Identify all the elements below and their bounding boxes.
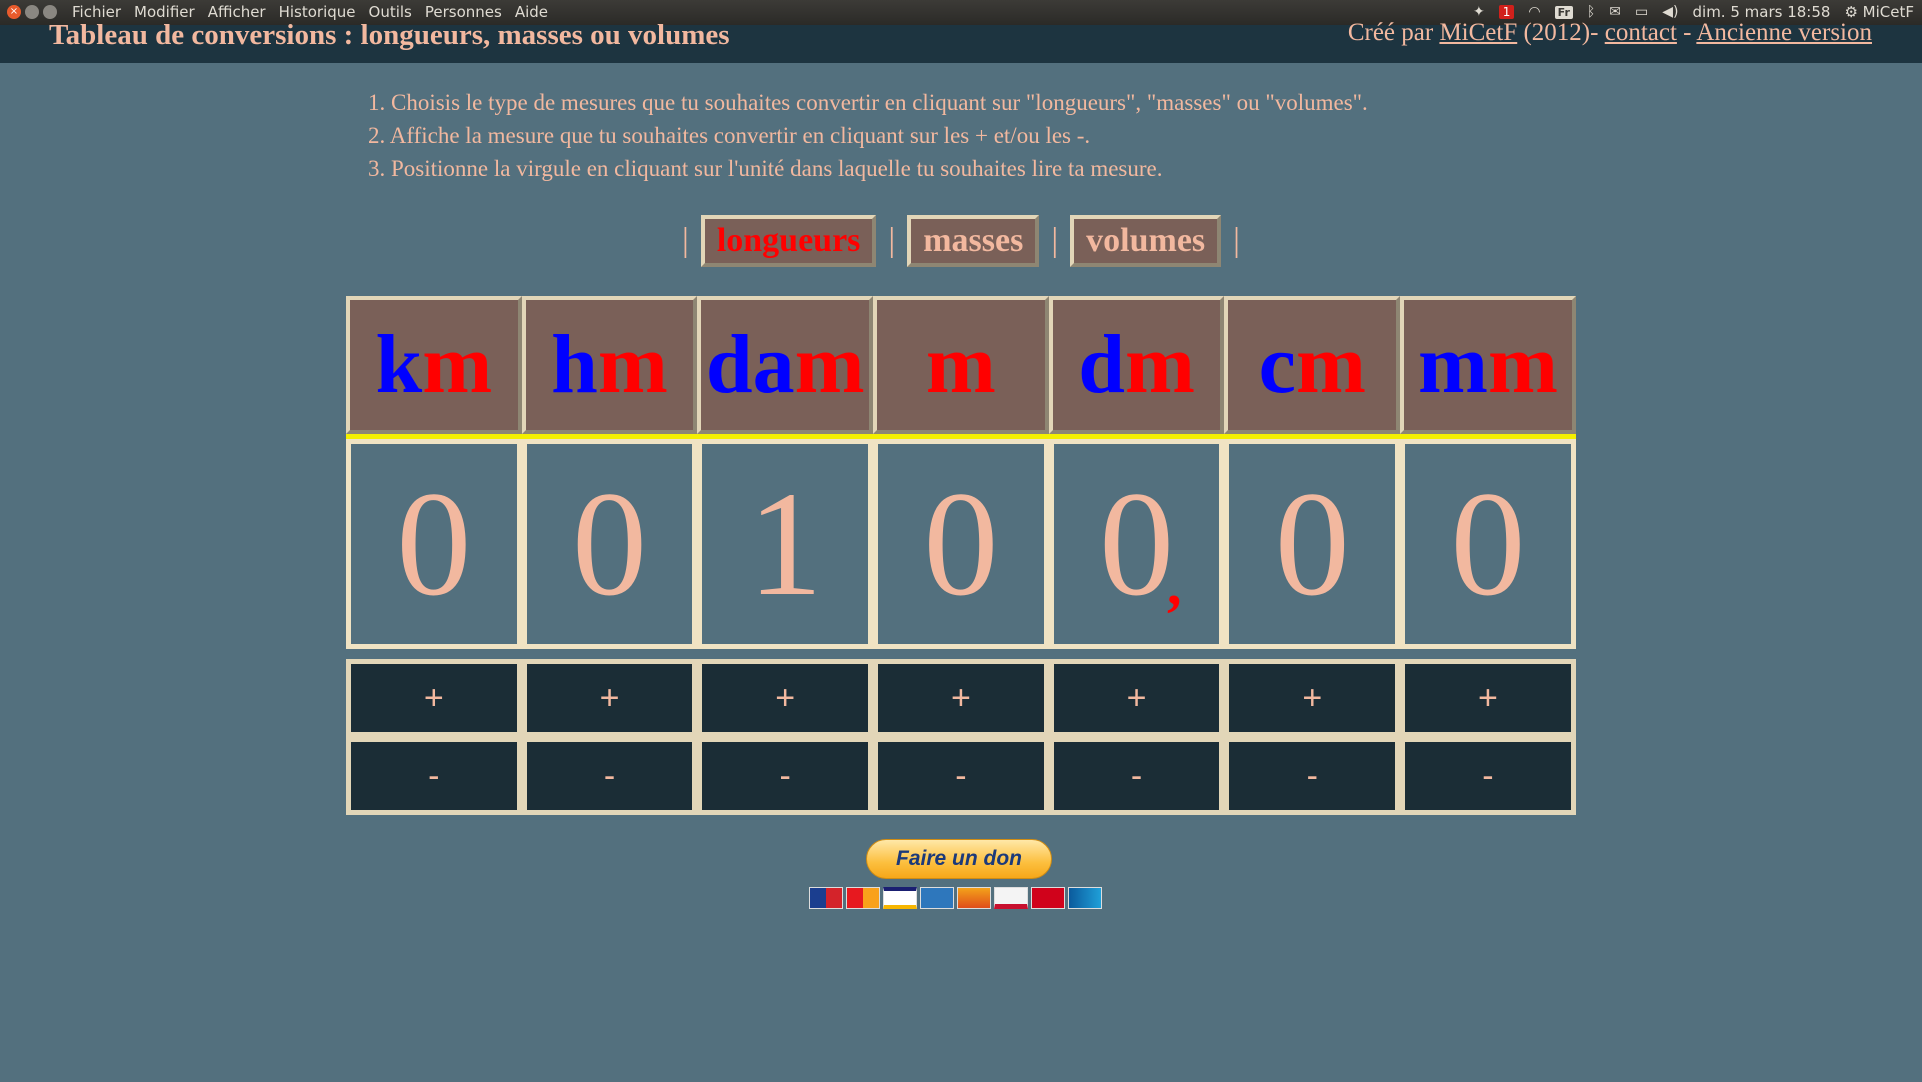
minus-button-dm[interactable]: - [1048,737,1225,815]
unit-mm[interactable]: mm [1400,296,1576,434]
digit-hm: 0 [521,439,698,649]
dropbox-icon[interactable]: ✦ [1473,4,1485,20]
minus-row: - - - - - - - [346,737,1576,815]
digit-km: 0 [346,439,522,649]
unit-header-row: km hm da m m dm cm mm [346,296,1576,434]
tab-longueurs[interactable]: longueurs [700,215,877,267]
unit-hm[interactable]: hm [521,296,698,434]
unit-base: m [1295,318,1366,411]
unit-base: m [925,318,996,411]
mail-icon[interactable]: ✉ [1609,4,1621,20]
unit-base: m [422,318,493,411]
maximize-icon[interactable] [43,5,57,19]
page-header: Tableau de conversions : longueurs, mass… [0,19,1922,63]
maestro-icon [809,887,843,909]
aurore-icon [957,887,991,909]
tab-separator: | [888,222,896,259]
unit-prefix: h [551,318,598,411]
minus-button-m[interactable]: - [873,737,1049,815]
plus-button-hm[interactable]: + [521,659,698,737]
credit-dash: - [1676,19,1697,46]
minus-button-dam[interactable]: - [697,737,874,815]
visa-icon [883,887,917,909]
unit-prefix: da [705,318,795,411]
credit-prefix: Créé par [1347,19,1440,46]
unit-base: m [597,318,668,411]
amex-icon [920,887,954,909]
payment-cards [809,887,1102,909]
minus-button-km[interactable]: - [346,737,522,815]
credits: Créé par MiCetF (2012)- contact - Ancien… [1348,19,1872,47]
tab-separator: | [682,222,689,259]
wifi-icon[interactable]: ◠ [1528,4,1540,20]
plus-button-m[interactable]: + [873,659,1049,737]
unit-prefix: c [1258,318,1296,411]
page-title: Tableau de conversions : longueurs, mass… [49,19,730,51]
tab-masses[interactable]: masses [907,215,1040,267]
minus-button-hm[interactable]: - [521,737,698,815]
4etoiles-icon [1031,887,1065,909]
volume-icon[interactable]: ◀) [1662,4,1678,20]
keyboard-layout[interactable]: Fr [1554,5,1573,19]
window-controls: × [7,5,57,19]
sofinco-icon [994,887,1028,909]
unit-prefix: k [375,318,423,411]
minimize-icon[interactable] [25,5,39,19]
minus-button-cm[interactable]: - [1224,737,1401,815]
unit-km[interactable]: km [346,296,522,434]
tab-separator: | [1233,222,1240,259]
contact-link[interactable]: contact [1605,19,1677,46]
minus-button-mm[interactable]: - [1400,737,1576,815]
credit-year: (2012)- [1517,19,1605,46]
digit-dam: 1 [697,439,874,649]
tab-volumes[interactable]: volumes [1070,215,1222,267]
tab-separator: | [1051,222,1059,259]
unit-m[interactable]: m [873,296,1049,434]
unit-cm[interactable]: cm [1224,296,1401,434]
notification-badge[interactable]: 1 [1498,5,1515,19]
digit-mm: 0 [1400,439,1576,649]
close-icon[interactable]: × [7,5,21,19]
unit-prefix: d [1078,318,1125,411]
mastercard-icon [846,887,880,909]
digit-dm: 0, [1048,439,1225,649]
unit-prefix: m [1417,318,1488,411]
bluetooth-icon[interactable]: ᛒ [1587,4,1595,20]
author-link[interactable]: MiCetF [1439,19,1517,46]
unit-base: m [794,318,865,411]
plus-button-cm[interactable]: + [1224,659,1401,737]
decimal-comma: , [1166,552,1182,617]
plus-button-mm[interactable]: + [1400,659,1576,737]
unit-base: m [1487,318,1558,411]
battery-icon[interactable]: ▭ [1635,4,1648,20]
old-version-link[interactable]: Ancienne version [1696,19,1872,46]
digit-row: 0 0 1 0 0, 0 0 [346,439,1576,649]
measure-type-tabs: | longueurs | masses | volumes | [0,215,1922,267]
instructions: 1. Choisis le type de mesures que tu sou… [368,86,1368,185]
plus-button-dm[interactable]: + [1048,659,1225,737]
unit-dm[interactable]: dm [1048,296,1225,434]
plus-row: + + + + + + + [346,659,1576,737]
digit-m: 0 [873,439,1049,649]
digit-dm-value: 0 [1099,461,1175,627]
instruction-3: 3. Positionne la virgule en cliquant sur… [368,156,1163,181]
donate-button[interactable]: Faire un don [866,839,1052,879]
instruction-1: 1. Choisis le type de mesures que tu sou… [368,90,1368,115]
plus-button-dam[interactable]: + [697,659,874,737]
plus-button-km[interactable]: + [346,659,522,737]
instruction-2: 2. Affiche la mesure que tu souhaites co… [368,123,1091,148]
unit-base: m [1124,318,1195,411]
digit-cm: 0 [1224,439,1401,649]
unit-dam[interactable]: da m [697,296,874,434]
cb-icon [1068,887,1102,909]
